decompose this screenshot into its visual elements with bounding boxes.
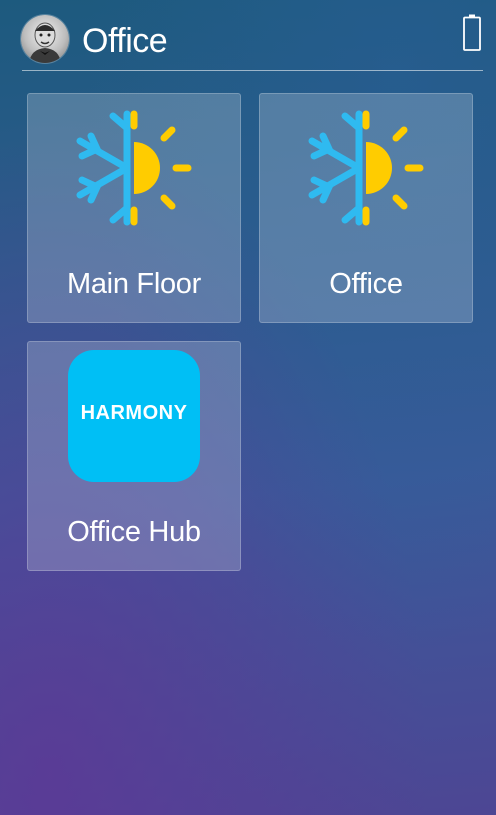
tile-office[interactable]: Office [259, 93, 473, 323]
harmony-icon-text: HARMONY [80, 402, 188, 424]
header-divider [22, 70, 483, 71]
battery-icon [463, 14, 481, 51]
tile-main-floor[interactable]: Main Floor [27, 93, 241, 323]
climate-icon [308, 110, 424, 226]
tile-office-hub[interactable]: HARMONY Office Hub [27, 341, 241, 571]
page-title: Office [82, 22, 168, 60]
app-header: Office [0, 0, 496, 72]
climate-icon [76, 110, 192, 226]
harmony-app-icon: HARMONY [68, 350, 200, 482]
avatar[interactable] [21, 15, 69, 63]
tile-label: Main Floor [67, 268, 201, 300]
tile-label: Office [329, 268, 403, 300]
tile-label: Office Hub [67, 516, 201, 548]
